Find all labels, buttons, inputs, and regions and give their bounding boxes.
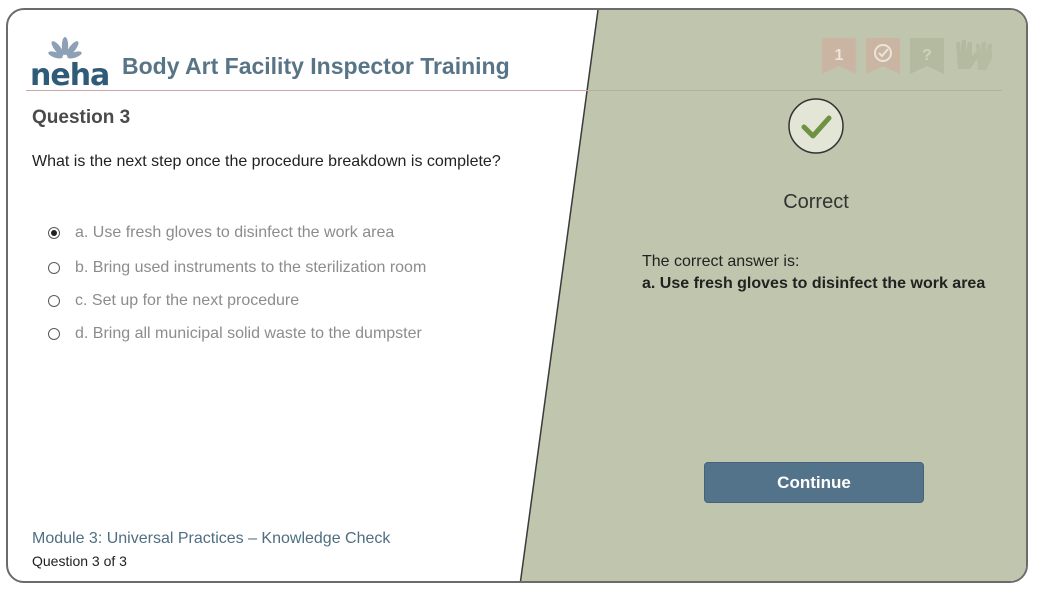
question-heading: Question 3 xyxy=(32,107,131,128)
answer-option-label: c. Set up for the next procedure xyxy=(75,292,300,309)
correct-answer-value: a. Use fresh gloves to disinfect the wor… xyxy=(642,275,986,292)
answer-option-c[interactable]: c. Set up for the next procedure xyxy=(48,290,299,312)
course-title: Body Art Facility Inspector Training xyxy=(122,53,510,79)
gloves-icon xyxy=(956,40,992,70)
module-label: Module 3: Universal Practices – Knowledg… xyxy=(32,530,391,547)
svg-text:?: ? xyxy=(922,47,932,64)
correct-answer-intro: The correct answer is: xyxy=(642,253,800,270)
answer-option-d[interactable]: d. Bring all municipal solid waste to th… xyxy=(48,323,422,345)
answer-option-label: b. Bring used instruments to the sterili… xyxy=(75,259,427,276)
header-divider xyxy=(26,90,596,91)
radio-icon[interactable] xyxy=(48,328,60,340)
radio-icon[interactable] xyxy=(48,295,60,307)
question-text: What is the next step once the procedure… xyxy=(32,153,501,170)
answer-option-a[interactable]: a. Use fresh gloves to disinfect the wor… xyxy=(48,222,394,244)
feedback-divider xyxy=(590,90,1002,91)
continue-button[interactable]: Continue xyxy=(704,462,924,503)
question-progress: Question 3 of 3 xyxy=(32,553,127,569)
logo-wordmark: neha xyxy=(30,58,110,93)
answer-option-label: d. Bring all municipal solid waste to th… xyxy=(75,325,422,342)
ribbon-check-icon xyxy=(866,38,900,74)
neha-logo: neha xyxy=(30,34,110,93)
status-icon-bar: 1 ? xyxy=(821,37,992,75)
answer-option-b[interactable]: b. Bring used instruments to the sterili… xyxy=(48,257,426,279)
svg-text:1: 1 xyxy=(835,47,844,64)
check-circle-icon xyxy=(788,98,844,154)
ribbon-question-icon: ? xyxy=(910,38,944,74)
radio-icon[interactable] xyxy=(48,262,60,274)
lesson-frame: neha Body Art Facility Inspector Trainin… xyxy=(6,8,1028,583)
radio-selected-icon[interactable] xyxy=(48,227,60,239)
feedback-result: Correct xyxy=(783,191,849,213)
ribbon-number-icon: 1 xyxy=(821,37,857,75)
answer-option-label: a. Use fresh gloves to disinfect the wor… xyxy=(75,224,395,241)
